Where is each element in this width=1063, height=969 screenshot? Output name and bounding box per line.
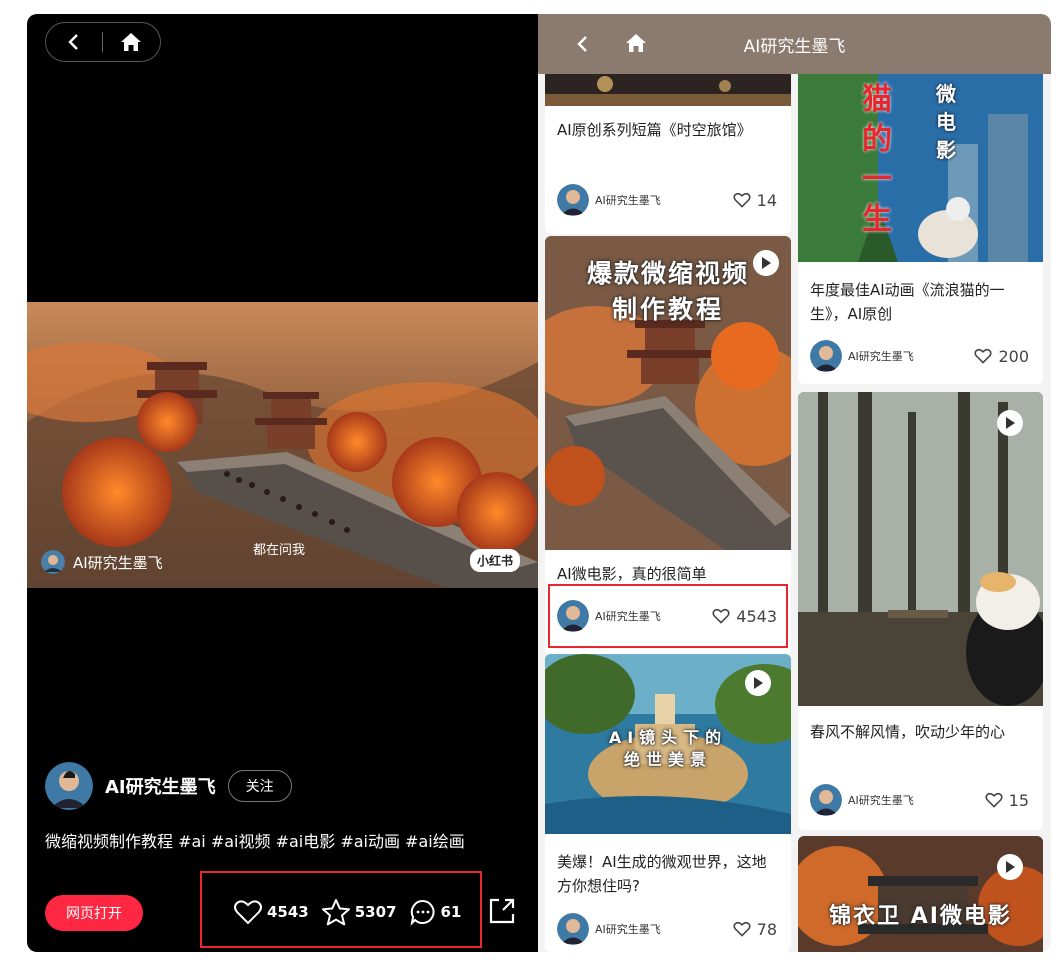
feed-card[interactable]: AI原创系列短篇《时空旅馆》 AI研究生墨飞 14 <box>545 74 791 234</box>
author-name[interactable]: AI研究生墨飞 <box>105 773 216 799</box>
heart-icon <box>733 921 751 937</box>
xiaohongshu-badge: 小红书 <box>469 549 520 572</box>
feed-card[interactable]: 猫的一生 微电影 年度最佳AI动画《流浪猫的一生》，AI原创 AI研究生墨飞 2… <box>798 74 1043 384</box>
card-like-count: 15 <box>1008 790 1029 810</box>
card-author[interactable]: AI研究生墨飞 <box>810 340 914 372</box>
card-author[interactable]: AI研究生墨飞 <box>557 184 661 216</box>
profile-feed-panel: AI研究生墨飞 AI原创系列短篇《时空旅馆》 AI研究生墨飞 14 爆款微缩视频… <box>538 14 1051 952</box>
open-in-web-button[interactable]: 网页打开 <box>45 895 143 931</box>
card-author-name: AI研究生墨飞 <box>848 794 914 807</box>
card-footer: AI研究生墨飞 15 <box>810 784 1029 816</box>
avatar <box>41 550 65 574</box>
play-icon <box>997 854 1023 880</box>
play-icon <box>753 250 779 276</box>
card-author[interactable]: AI研究生墨飞 <box>557 913 661 945</box>
home-icon <box>121 33 141 51</box>
video-player-panel: AI研究生墨飞 都在问我 小红书 AI研究生墨飞 关注 微缩视频制作教程 #ai… <box>27 14 538 952</box>
card-thumbnail <box>545 74 791 106</box>
feed-card[interactable]: 锦衣卫 AI微电影 <box>798 836 1043 952</box>
highlight-box-card <box>548 584 788 648</box>
thumbnail-overlay-text: 微电影 <box>936 82 956 162</box>
post-description: 微缩视频制作教程 #ai #ai视频 #ai电影 #ai动画 #ai绘画 <box>45 832 465 851</box>
video-overlay-author: AI研究生墨飞 <box>41 550 163 574</box>
feed-card[interactable]: AI镜头下的 绝世美景 美爆！AI生成的微观世界，这地方你想住吗? AI研究生墨… <box>545 654 791 952</box>
card-thumbnail <box>798 392 1043 706</box>
card-title: 春风不解风情，吹动少年的心 <box>810 723 1006 741</box>
thumbnail-overlay-text: AI镜头下的 <box>608 728 728 747</box>
back-icon <box>68 34 78 50</box>
card-like[interactable]: 14 <box>733 191 777 210</box>
feed-title: AI研究生墨飞 <box>743 36 846 57</box>
card-like-count: 14 <box>756 190 777 210</box>
home-button[interactable] <box>103 23 159 61</box>
video-frame[interactable]: AI研究生墨飞 都在问我 小红书 <box>27 302 538 588</box>
video-overlay-author-name: AI研究生墨飞 <box>73 553 163 572</box>
back-button[interactable] <box>46 23 102 61</box>
thumbnail-overlay-text: 制作教程 <box>611 295 724 324</box>
heart-icon <box>733 192 751 208</box>
card-like[interactable]: 200 <box>974 347 1029 366</box>
heart-icon <box>985 792 1003 808</box>
heart-icon <box>974 348 993 364</box>
card-title: 美爆！AI生成的微观世界，这地方你想住吗? <box>557 853 767 895</box>
card-title: AI原创系列短篇《时空旅馆》 <box>557 121 752 139</box>
card-like-count: 200 <box>998 346 1029 366</box>
share-button[interactable] <box>485 894 519 932</box>
share-icon <box>489 898 515 924</box>
card-like-count: 78 <box>756 919 777 939</box>
play-icon <box>997 410 1023 436</box>
card-footer: AI研究生墨飞 14 <box>557 184 777 216</box>
avatar <box>557 184 589 216</box>
card-like[interactable]: 78 <box>733 920 777 939</box>
avatar[interactable] <box>45 762 93 810</box>
play-icon <box>745 670 771 696</box>
thumbnail-overlay-text: 锦衣卫 AI微电影 <box>829 904 1012 929</box>
card-author[interactable]: AI研究生墨飞 <box>810 784 914 816</box>
video-overlay-caption: 都在问我 <box>253 543 306 558</box>
avatar <box>810 340 842 372</box>
avatar <box>810 784 842 816</box>
card-footer: AI研究生墨飞 200 <box>810 340 1029 372</box>
highlight-box-stats <box>200 871 482 948</box>
card-footer: AI研究生墨飞 78 <box>557 913 777 945</box>
nav-pill <box>45 22 161 62</box>
card-title: AI微电影，真的很简单 <box>557 565 707 583</box>
avatar <box>557 913 589 945</box>
card-author-name: AI研究生墨飞 <box>595 194 661 207</box>
author-row: AI研究生墨飞 关注 <box>45 762 292 810</box>
card-author-name: AI研究生墨飞 <box>848 350 914 363</box>
card-like[interactable]: 15 <box>985 791 1029 810</box>
card-thumbnail <box>798 74 1043 262</box>
feed-header: AI研究生墨飞 <box>538 14 1051 74</box>
card-author-name: AI研究生墨飞 <box>595 923 661 936</box>
card-title: 年度最佳AI动画《流浪猫的一生》，AI原创 <box>810 281 1005 323</box>
thumbnail-overlay-text: 猫的一生 <box>862 82 892 237</box>
feed-card[interactable]: 春风不解风情，吹动少年的心 AI研究生墨飞 15 <box>798 392 1043 830</box>
follow-button[interactable]: 关注 <box>227 770 292 802</box>
thumbnail-overlay-text: 绝世美景 <box>623 750 712 769</box>
